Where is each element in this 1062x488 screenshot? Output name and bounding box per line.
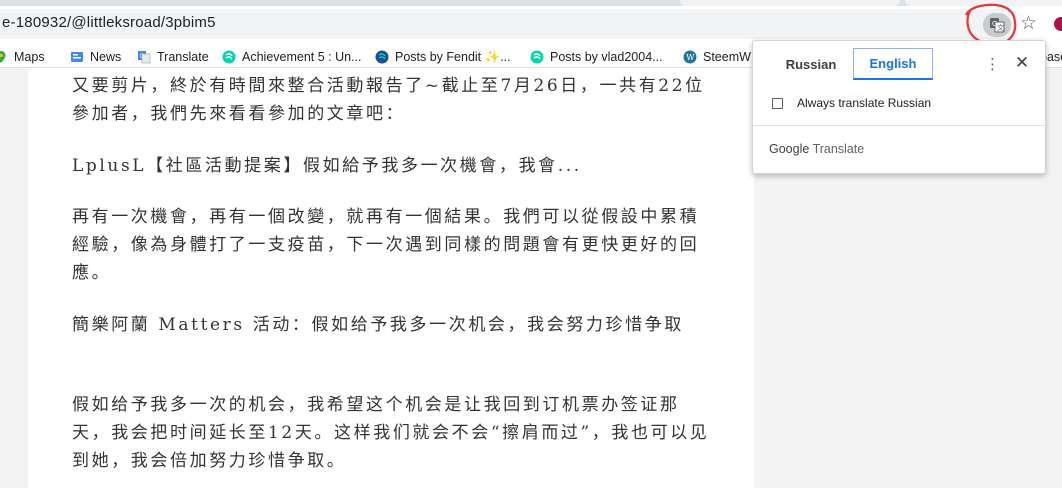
google-news-icon — [71, 52, 83, 62]
more-options-icon[interactable]: ⋮ — [985, 55, 1000, 73]
bookmark-label: Posts by vlad2004... — [550, 50, 663, 64]
translate-popup: Russian English ⋮ ✕ Always translate Rus… — [752, 40, 1046, 174]
tab-english[interactable]: English — [853, 48, 933, 80]
bookmark-label: Posts by Fendit ✨... — [395, 49, 511, 64]
bookmark-steemw[interactable]: W SteemW — [683, 49, 751, 65]
bookmark-label: Translate — [157, 50, 209, 64]
close-icon[interactable]: ✕ — [1013, 53, 1031, 73]
google-logo-text: Google — [769, 142, 810, 156]
wordpress-icon: W — [683, 50, 697, 64]
bookmark-star-icon[interactable]: ☆ — [1020, 12, 1037, 34]
url-text[interactable]: e-180932/@littleksroad/3pbim5 — [2, 14, 216, 31]
bookmark-vlad[interactable]: Posts by vlad2004... — [530, 49, 663, 65]
steemit-icon — [530, 50, 544, 64]
bookmark-label: News — [90, 50, 122, 64]
bookmark-fendit[interactable]: Posts by Fendit ✨... — [375, 49, 511, 65]
google-translate-footer: Google Translate — [769, 142, 864, 156]
article-paragraph: 簡樂阿蘭 Matters 活动：假如给予我多一次机会，我会努力珍惜争取 — [72, 315, 684, 335]
svg-text:G: G — [140, 53, 145, 60]
popup-divider — [753, 125, 1045, 126]
bookmark-label: Achievement 5 : Un... — [242, 50, 362, 64]
bookmark-news[interactable]: News — [70, 49, 121, 65]
profile-avatar[interactable] — [1054, 17, 1062, 31]
svg-text:W: W — [686, 53, 695, 62]
bookmark-maps[interactable]: Maps — [0, 49, 45, 65]
tab-russian[interactable]: Russian — [771, 48, 851, 80]
google-translate-icon: G — [138, 51, 151, 64]
steemit-icon — [222, 50, 236, 64]
bookmark-translate[interactable]: G Translate — [137, 49, 209, 65]
google-maps-icon — [0, 51, 6, 63]
always-translate-checkbox[interactable] — [772, 98, 783, 109]
bookmark-achievement[interactable]: Achievement 5 : Un... — [222, 49, 362, 65]
article-paragraph: 又要剪片，終於有時間來整合活動報告了~截止至7月26日，一共有22位參加者，我們… — [72, 76, 705, 124]
article-paragraph: 再有一次機會，再有一個改變，就再有一個結果。我們可以從假設中累積經驗，像為身體打… — [72, 207, 700, 283]
always-translate-label[interactable]: Always translate Russian — [797, 96, 931, 110]
bookmark-label: Maps — [14, 50, 45, 64]
article-paragraph: LplusL【社區活動提案】假如給予我多一次機會，我會... — [72, 156, 582, 176]
translate-footer-label: Translate — [812, 142, 865, 156]
article-paragraph: 假如给予我多一次的机会，我希望这个机会是让我回到订机票办签证那天，我会把时间延长… — [72, 395, 710, 471]
steemit-icon — [375, 50, 389, 64]
bookmark-label: SteemW — [703, 50, 751, 64]
